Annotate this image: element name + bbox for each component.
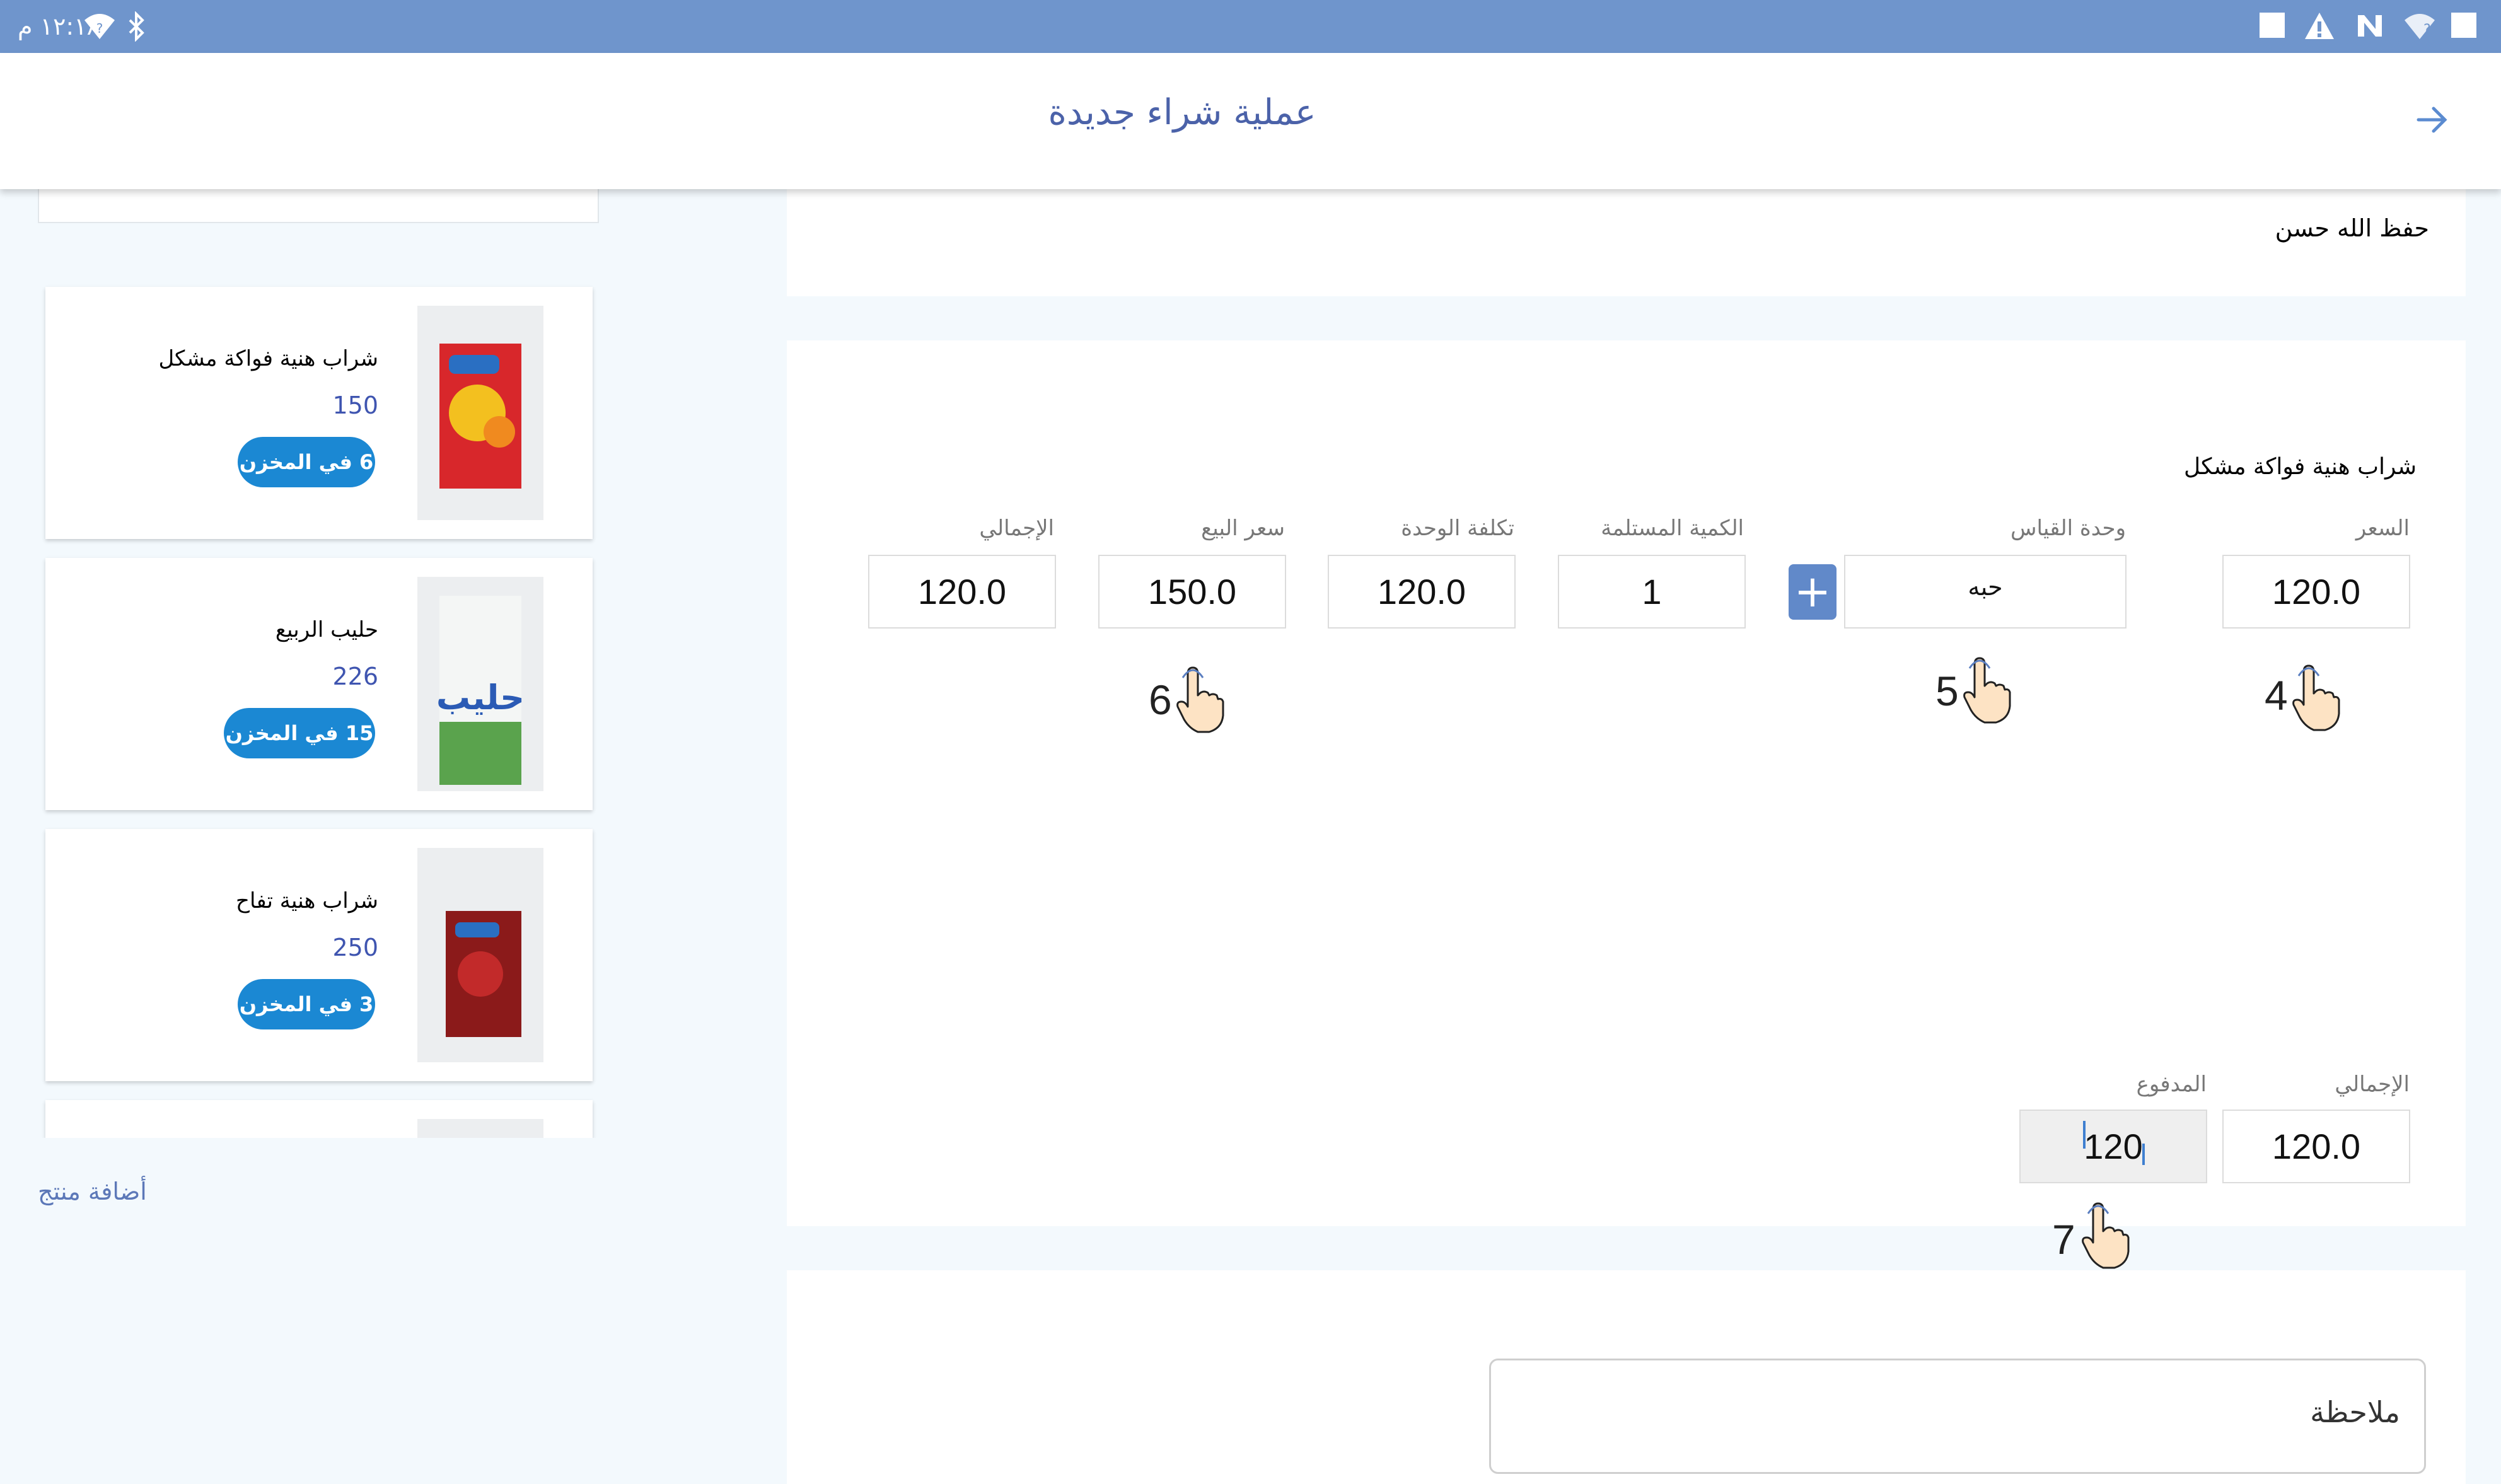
stock-badge: 15 في المخزن: [224, 708, 375, 758]
unit-label: وحدة القياس: [2010, 516, 2126, 541]
product-image: [417, 1119, 543, 1138]
square-icon: [2260, 13, 2285, 38]
wifi-question-icon: ?: [84, 14, 115, 39]
qty-field[interactable]: 1: [1558, 555, 1746, 629]
product-price: 150: [332, 391, 378, 419]
unit-cost-label: تكلفة الوحدة: [1401, 516, 1514, 541]
square-icon: [2451, 13, 2476, 38]
arrow-right-icon[interactable]: [2415, 102, 2450, 137]
product-name: شراب هنية تفاح: [236, 888, 378, 913]
step-number: 6: [1149, 676, 1172, 723]
product-card[interactable]: حليب حليب الربيع 226 15 في المخزن: [45, 558, 593, 810]
product-name: شراب هنية فواكة مشكل: [158, 346, 378, 371]
notes-placeholder: ملاحظة: [2310, 1395, 2400, 1429]
total-field[interactable]: 120.0: [2222, 1110, 2410, 1183]
step-number: 4: [2265, 672, 2288, 719]
add-unit-button[interactable]: +: [1789, 564, 1837, 620]
hand-pointer-icon: [1963, 657, 2011, 724]
product-name: حليب الربيع: [275, 617, 378, 642]
app-bar: عملية شراء جديدة: [0, 53, 2501, 189]
svg-text:?: ?: [96, 21, 103, 36]
product-price: 250: [332, 934, 378, 961]
hand-pointer-icon: [1176, 666, 1224, 733]
nfc-icon: [2358, 15, 2382, 37]
sell-price-label: سعر البيع: [1201, 516, 1285, 541]
price-field[interactable]: 120.0: [2222, 555, 2410, 629]
paid-field[interactable]: 120: [2019, 1110, 2207, 1183]
product-card[interactable]: [45, 1100, 593, 1138]
wifi-question-icon: ?: [2405, 14, 2435, 39]
product-image: [417, 848, 543, 1062]
page-title: عملية شراء جديدة: [1048, 92, 1316, 133]
warning-icon: [2305, 13, 2334, 39]
bluetooth-icon: [129, 11, 144, 42]
line-total-label: الإجمالي: [979, 516, 1054, 541]
status-bar: ١٢:١٨ م ? ?: [0, 0, 2501, 53]
product-image: [417, 306, 543, 520]
line-total-field[interactable]: 120.0: [868, 555, 1056, 629]
product-card[interactable]: شراب هنية تفاح 250 3 في المخزن: [45, 829, 593, 1081]
text-cursor: [2142, 1144, 2145, 1165]
svg-text:?: ?: [2423, 22, 2431, 38]
unit-cost-field[interactable]: 120.0: [1328, 555, 1516, 629]
sell-price-field[interactable]: 150.0: [1098, 555, 1286, 629]
notes-field[interactable]: ملاحظة: [1489, 1359, 2426, 1474]
qty-label: الكمية المستلمة: [1601, 516, 1744, 541]
price-label: السعر: [2355, 516, 2410, 541]
unit-field[interactable]: حبه: [1844, 555, 2127, 629]
item-name: شراب هنية فواكة مشكل: [2183, 454, 2417, 480]
hand-pointer-icon: [2292, 664, 2340, 731]
step-number: 7: [2052, 1216, 2075, 1263]
supplier-panel: حفظ الله حسن: [787, 189, 2466, 296]
svg-text:حليب: حليب: [436, 678, 525, 717]
list-fade: [0, 1138, 630, 1169]
add-product-link[interactable]: أضافة منتج: [38, 1178, 147, 1205]
step-number: 5: [1935, 668, 1959, 714]
product-card[interactable]: شراب هنية فواكة مشكل 150 6 في المخزن: [45, 287, 593, 539]
stock-badge: 6 في المخزن: [238, 437, 375, 487]
stock-badge: 3 في المخزن: [238, 979, 375, 1029]
text-cursor: [2083, 1121, 2086, 1149]
product-image: حليب: [417, 577, 543, 791]
paid-label: المدفوع: [2136, 1072, 2207, 1097]
supplier-name: حفظ الله حسن: [2275, 214, 2429, 242]
product-price: 226: [332, 663, 378, 690]
hand-pointer-icon: [2082, 1202, 2130, 1269]
total-label: الإجمالي: [2335, 1072, 2410, 1097]
